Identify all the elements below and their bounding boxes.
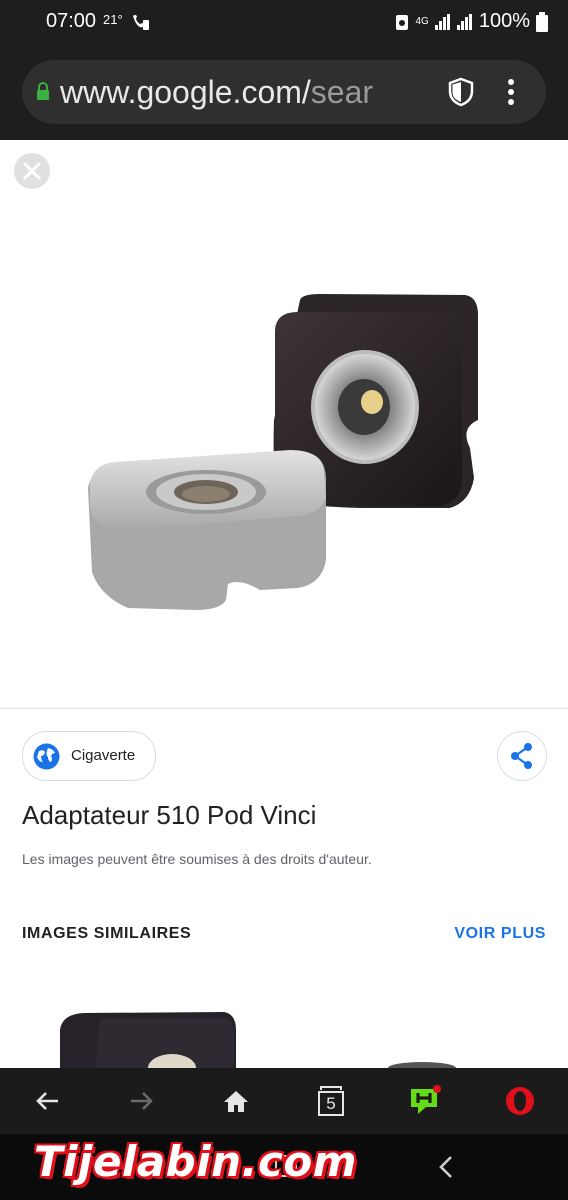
url-tail: sear: [310, 74, 374, 110]
result-title[interactable]: Adaptateur 510 Pod Vinci: [22, 800, 316, 831]
opera-app-button[interactable]: [395, 1068, 455, 1134]
opera-menu-button[interactable]: [490, 1068, 550, 1134]
tabs-button[interactable]: 5: [301, 1068, 361, 1134]
address-bar[interactable]: www.google.com/sear: [22, 60, 546, 124]
tabs-icon: 5: [318, 1086, 344, 1116]
tab-count: 5: [318, 1091, 344, 1116]
battery-saver-icon: [395, 14, 408, 30]
source-chip[interactable]: Cigaverte: [22, 731, 156, 781]
source-name: Cigaverte: [71, 747, 136, 764]
status-time: 07:00: [46, 10, 97, 32]
arrow-left-icon: [36, 1092, 58, 1110]
close-button[interactable]: [14, 153, 50, 189]
url-text[interactable]: www.google.com/sear: [60, 74, 400, 111]
url-main: www.google.com/: [60, 74, 311, 110]
close-icon: [23, 162, 41, 180]
status-right-group: 4G 100%: [394, 10, 548, 33]
network-type: 4G: [415, 15, 429, 27]
divider: [0, 708, 568, 709]
system-back-icon[interactable]: [436, 1154, 456, 1180]
share-icon: [511, 743, 532, 769]
wifi-call-icon: [133, 15, 149, 30]
arrow-right-icon: [131, 1092, 153, 1110]
status-bar: 07:00 21° 4G 100%: [0, 0, 568, 44]
similar-image-thumbnails[interactable]: [0, 990, 568, 1068]
browser-bottom-bar: 5: [0, 1068, 568, 1134]
globe-icon: [33, 743, 60, 770]
similar-images-strip: [0, 990, 568, 1068]
status-temperature: 21°: [103, 12, 123, 27]
opera-logo-icon: [506, 1087, 534, 1115]
product-photo: [88, 294, 478, 610]
see-more-link[interactable]: VOIR PLUS: [454, 925, 546, 943]
forward-button[interactable]: [112, 1068, 172, 1134]
image-preview: [0, 140, 568, 708]
shield-icon[interactable]: [446, 76, 476, 108]
signal-icon-2: [456, 13, 473, 30]
h-app-icon: [411, 1085, 441, 1114]
lock-icon: [37, 82, 49, 100]
share-button[interactable]: [497, 731, 547, 781]
battery-percent: 100%: [478, 10, 530, 32]
watermark-logo: Tijelabin.com: [34, 1137, 357, 1186]
home-icon: [224, 1091, 248, 1112]
battery-icon: [536, 11, 548, 32]
copyright-notice: Les images peuvent être soumises à des d…: [22, 851, 372, 867]
similar-images-heading: IMAGES SIMILAIRES: [22, 925, 192, 942]
home-button[interactable]: [206, 1068, 266, 1134]
back-button[interactable]: [17, 1068, 77, 1134]
signal-icon: [434, 13, 451, 30]
menu-dots-icon[interactable]: [506, 78, 516, 106]
